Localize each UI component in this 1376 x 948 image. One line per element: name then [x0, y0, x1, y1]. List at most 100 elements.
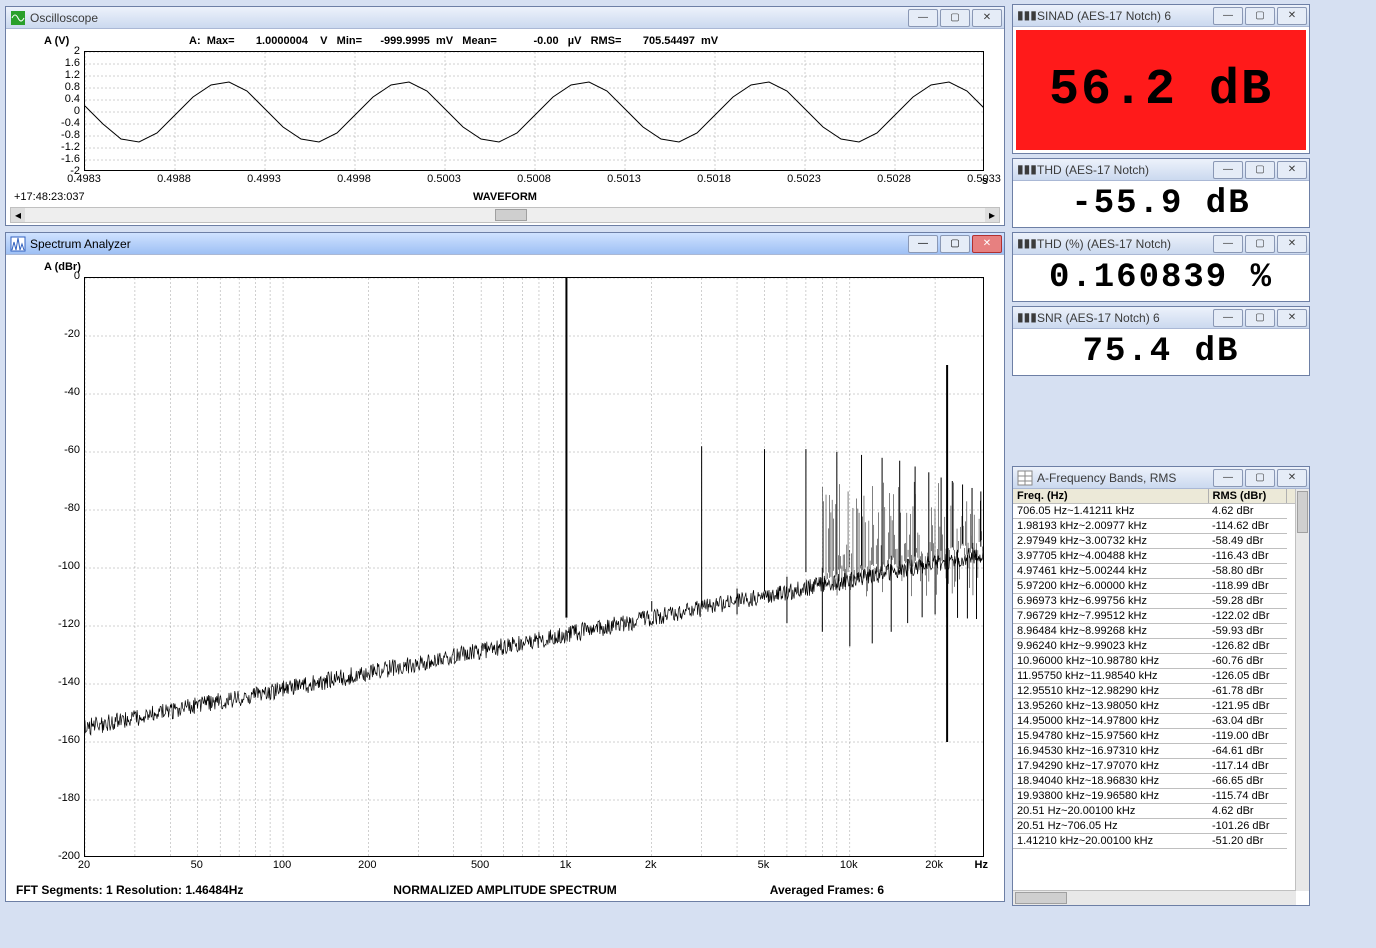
- oscilloscope-hscroll[interactable]: ◂ ▸: [10, 207, 1000, 223]
- spectrum-titlebar[interactable]: Spectrum Analyzer — ▢ ✕: [6, 233, 1004, 255]
- minimize-button[interactable]: —: [1213, 7, 1243, 25]
- table-row[interactable]: 14.95000 kHz~14.97800 kHz-63.04 dBr: [1013, 714, 1309, 729]
- maximize-button[interactable]: ▢: [1245, 7, 1275, 25]
- cell-rms: -59.93 dBr: [1208, 624, 1286, 639]
- thd-pct-titlebar[interactable]: ▮▮▮ THD (%) (AES-17 Notch) — ▢ ✕: [1013, 233, 1309, 255]
- oscilloscope-icon: [10, 10, 26, 26]
- table-row[interactable]: 18.94040 kHz~18.96830 kHz-66.65 dBr: [1013, 774, 1309, 789]
- close-button[interactable]: ✕: [1277, 161, 1307, 179]
- table-row[interactable]: 8.96484 kHz~8.99268 kHz-59.93 dBr: [1013, 624, 1309, 639]
- close-button[interactable]: ✕: [1277, 469, 1307, 487]
- osc-ytick: 0: [44, 105, 80, 117]
- meter-icon: ▮▮▮: [1017, 8, 1033, 24]
- thd-db-value: -55.9 dB: [1071, 185, 1250, 223]
- table-row[interactable]: 7.96729 kHz~7.99512 kHz-122.02 dBr: [1013, 609, 1309, 624]
- table-row[interactable]: 11.95750 kHz~11.98540 kHz-126.05 dBr: [1013, 669, 1309, 684]
- cell-freq: 13.95260 kHz~13.98050 kHz: [1013, 699, 1208, 714]
- table-row[interactable]: 1.98193 kHz~2.00977 kHz-114.62 dBr: [1013, 519, 1309, 534]
- spec-ytick: -120: [40, 618, 80, 630]
- col-freq[interactable]: Freq. (Hz): [1013, 489, 1208, 504]
- minimize-button[interactable]: —: [1213, 161, 1243, 179]
- spectrum-plot[interactable]: [84, 277, 984, 857]
- close-button[interactable]: ✕: [972, 235, 1002, 253]
- maximize-button[interactable]: ▢: [940, 9, 970, 27]
- cell-rms: -118.99 dBr: [1208, 579, 1286, 594]
- spectrum-icon: [10, 236, 26, 252]
- maximize-button[interactable]: ▢: [1245, 235, 1275, 253]
- table-row[interactable]: 20.51 Hz~706.05 Hz-101.26 dBr: [1013, 819, 1309, 834]
- cell-freq: 5.97200 kHz~6.00000 kHz: [1013, 579, 1208, 594]
- table-row[interactable]: 12.95510 kHz~12.98290 kHz-61.78 dBr: [1013, 684, 1309, 699]
- osc-ytick: -1.2: [44, 141, 80, 153]
- spec-xtick: 50: [177, 859, 217, 871]
- table-row[interactable]: 9.96240 kHz~9.99023 kHz-126.82 dBr: [1013, 639, 1309, 654]
- maximize-button[interactable]: ▢: [1245, 161, 1275, 179]
- table-row[interactable]: 2.97949 kHz~3.00732 kHz-58.49 dBr: [1013, 534, 1309, 549]
- osc-xtick: 0.4993: [239, 173, 289, 185]
- freq-bands-vscroll[interactable]: [1295, 489, 1309, 891]
- spec-ytick: -80: [40, 502, 80, 514]
- table-row[interactable]: 706.05 Hz~1.41211 kHz4.62 dBr: [1013, 504, 1309, 519]
- cell-rms: -117.14 dBr: [1208, 759, 1286, 774]
- meter-icon: ▮▮▮: [1017, 236, 1033, 252]
- minimize-button[interactable]: —: [1213, 309, 1243, 327]
- close-button[interactable]: ✕: [1277, 7, 1307, 25]
- oscilloscope-title: Oscilloscope: [30, 11, 908, 25]
- oscilloscope-titlebar[interactable]: Oscilloscope — ▢ ✕: [6, 7, 1004, 29]
- minimize-button[interactable]: —: [908, 235, 938, 253]
- cell-rms: -126.82 dBr: [1208, 639, 1286, 654]
- spectrum-x-unit: Hz: [975, 859, 988, 871]
- close-button[interactable]: ✕: [972, 9, 1002, 27]
- table-row[interactable]: 16.94530 kHz~16.97310 kHz-64.61 dBr: [1013, 744, 1309, 759]
- table-row[interactable]: 3.97705 kHz~4.00488 kHz-116.43 dBr: [1013, 549, 1309, 564]
- freq-bands-titlebar[interactable]: A-Frequency Bands, RMS — ▢ ✕: [1013, 467, 1309, 489]
- maximize-button[interactable]: ▢: [940, 235, 970, 253]
- close-button[interactable]: ✕: [1277, 309, 1307, 327]
- osc-xtick: 0.5013: [599, 173, 649, 185]
- table-row[interactable]: 10.96000 kHz~10.98780 kHz-60.76 dBr: [1013, 654, 1309, 669]
- cell-rms: -121.95 dBr: [1208, 699, 1286, 714]
- cell-freq: 2.97949 kHz~3.00732 kHz: [1013, 534, 1208, 549]
- cell-freq: 14.95000 kHz~14.97800 kHz: [1013, 714, 1208, 729]
- minimize-button[interactable]: —: [1213, 235, 1243, 253]
- minimize-button[interactable]: —: [1213, 469, 1243, 487]
- oscilloscope-plot[interactable]: [84, 51, 984, 171]
- spec-ytick: -20: [40, 328, 80, 340]
- table-row[interactable]: 19.93800 kHz~19.96580 kHz-115.74 dBr: [1013, 789, 1309, 804]
- osc-ytick: -0.8: [44, 129, 80, 141]
- sinad-titlebar[interactable]: ▮▮▮ SINAD (AES-17 Notch) 6 — ▢ ✕: [1013, 5, 1309, 27]
- maximize-button[interactable]: ▢: [1245, 469, 1275, 487]
- close-button[interactable]: ✕: [1277, 235, 1307, 253]
- osc-xtick: 0.4988: [149, 173, 199, 185]
- table-row[interactable]: 5.97200 kHz~6.00000 kHz-118.99 dBr: [1013, 579, 1309, 594]
- table-row[interactable]: 6.96973 kHz~6.99756 kHz-59.28 dBr: [1013, 594, 1309, 609]
- osc-ytick: 0.8: [44, 81, 80, 93]
- thd-db-readout: -55.9 dB: [1016, 184, 1306, 224]
- minimize-button[interactable]: —: [908, 9, 938, 27]
- spec-xtick: 20k: [914, 859, 954, 871]
- table-row[interactable]: 20.51 Hz~20.00100 kHz4.62 dBr: [1013, 804, 1309, 819]
- thd-db-titlebar[interactable]: ▮▮▮ THD (AES-17 Notch) — ▢ ✕: [1013, 159, 1309, 181]
- freq-bands-table[interactable]: Freq. (Hz) RMS (dBr) 706.05 Hz~1.41211 k…: [1013, 489, 1309, 849]
- thd-pct-title: THD (%) (AES-17 Notch): [1037, 237, 1213, 251]
- spec-xtick: 20: [64, 859, 104, 871]
- spectrum-window: Spectrum Analyzer — ▢ ✕ A (dBr) 0-20-40-…: [5, 232, 1005, 902]
- table-row[interactable]: 1.41210 kHz~20.00100 kHz-51.20 dBr: [1013, 834, 1309, 849]
- cell-freq: 6.96973 kHz~6.99756 kHz: [1013, 594, 1208, 609]
- osc-xtick: 0.5003: [419, 173, 469, 185]
- snr-title: SNR (AES-17 Notch) 6: [1037, 311, 1213, 325]
- table-row[interactable]: 17.94290 kHz~17.97070 kHz-117.14 dBr: [1013, 759, 1309, 774]
- table-row[interactable]: 4.97461 kHz~5.00244 kHz-58.80 dBr: [1013, 564, 1309, 579]
- thd-pct-window: ▮▮▮ THD (%) (AES-17 Notch) — ▢ ✕ 0.16083…: [1012, 232, 1310, 302]
- table-row[interactable]: 15.94780 kHz~15.97560 kHz-119.00 dBr: [1013, 729, 1309, 744]
- sinad-title: SINAD (AES-17 Notch) 6: [1037, 9, 1213, 23]
- maximize-button[interactable]: ▢: [1245, 309, 1275, 327]
- cell-rms: -66.65 dBr: [1208, 774, 1286, 789]
- freq-bands-hscroll[interactable]: [1013, 890, 1296, 905]
- osc-xtick: 0.4983: [59, 173, 109, 185]
- cell-rms: -114.62 dBr: [1208, 519, 1286, 534]
- cell-rms: -60.76 dBr: [1208, 654, 1286, 669]
- snr-titlebar[interactable]: ▮▮▮ SNR (AES-17 Notch) 6 — ▢ ✕: [1013, 307, 1309, 329]
- table-row[interactable]: 13.95260 kHz~13.98050 kHz-121.95 dBr: [1013, 699, 1309, 714]
- col-rms[interactable]: RMS (dBr): [1208, 489, 1286, 504]
